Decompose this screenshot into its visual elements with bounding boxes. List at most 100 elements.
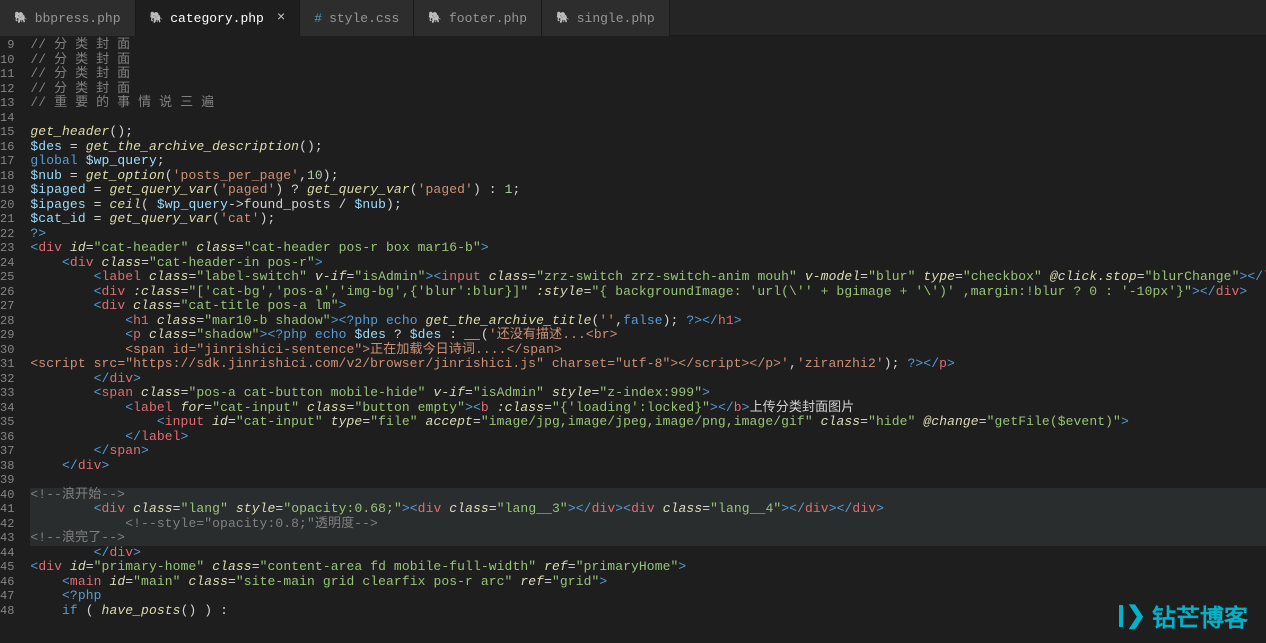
line-number: 19	[0, 183, 14, 198]
line-number: 40	[0, 488, 14, 503]
line-number: 37	[0, 444, 14, 459]
css-file-icon: #	[314, 11, 322, 26]
code-line[interactable]: <!--style="opacity:0.8;"透明度-->	[30, 517, 1266, 532]
line-number: 25	[0, 270, 14, 285]
php-file-icon: 🐘	[150, 11, 164, 25]
line-number: 21	[0, 212, 14, 227]
tab-label: footer.php	[449, 11, 527, 26]
tab-footer-php[interactable]: 🐘footer.php	[414, 0, 542, 36]
close-icon[interactable]: ×	[277, 10, 285, 26]
tab-label: style.css	[329, 11, 399, 26]
code-line[interactable]: $des = get_the_archive_description();	[30, 140, 1266, 155]
code-line[interactable]: if ( have_posts() ) :	[30, 604, 1266, 619]
code-line[interactable]: // 分 类 封 面	[30, 82, 1266, 97]
line-number: 20	[0, 198, 14, 213]
line-number: 24	[0, 256, 14, 271]
line-number: 34	[0, 401, 14, 416]
code-line[interactable]: <input id="cat-input" type="file" accept…	[30, 415, 1266, 430]
watermark-text: 钻芒博客	[1152, 598, 1248, 633]
code-line[interactable]: $ipaged = get_query_var('paged') ? get_q…	[30, 183, 1266, 198]
code-line[interactable]: <div :class="['cat-bg','pos-a','img-bg',…	[30, 285, 1266, 300]
code-line[interactable]: // 重 要 的 事 情 说 三 遍	[30, 96, 1266, 111]
code-line[interactable]: </label>	[30, 430, 1266, 445]
code-line[interactable]: $cat_id = get_query_var('cat');	[30, 212, 1266, 227]
code-line[interactable]: <span class="pos-a cat-button mobile-hid…	[30, 386, 1266, 401]
tab-style-css[interactable]: # style.css	[300, 0, 414, 36]
tab-label: single.php	[577, 11, 655, 26]
code-line[interactable]: <div class="lang" style="opacity:0.68;">…	[30, 502, 1266, 517]
line-number: 47	[0, 589, 14, 604]
line-number: 36	[0, 430, 14, 445]
line-number: 23	[0, 241, 14, 256]
line-number: 10	[0, 53, 14, 68]
line-number: 14	[0, 111, 14, 126]
code-line[interactable]: // 分 类 封 面	[30, 38, 1266, 53]
code-line[interactable]: </div>	[30, 546, 1266, 561]
code-line[interactable]: <div id="cat-header" class="cat-header p…	[30, 241, 1266, 256]
code-line[interactable]: <main id="main" class="site-main grid cl…	[30, 575, 1266, 590]
tab-label: category.php	[170, 11, 264, 26]
line-number: 28	[0, 314, 14, 329]
line-number: 17	[0, 154, 14, 169]
line-number: 46	[0, 575, 14, 590]
code-line[interactable]: $ipages = ceil( $wp_query->found_posts /…	[30, 198, 1266, 213]
tab-bbpress-php[interactable]: 🐘 bbpress.php	[0, 0, 136, 36]
line-number: 48	[0, 604, 14, 619]
line-number: 43	[0, 531, 14, 546]
line-number: 13	[0, 96, 14, 111]
line-number: 35	[0, 415, 14, 430]
code-area[interactable]: // 分 类 封 面// 分 类 封 面// 分 类 封 面// 分 类 封 面…	[24, 36, 1266, 643]
code-line[interactable]: ?>	[30, 227, 1266, 242]
line-number: 42	[0, 517, 14, 532]
code-editor: 9101112131415161718192021222324252627282…	[0, 36, 1266, 643]
line-number: 9	[0, 38, 14, 53]
code-line[interactable]: <!--浪完了-->	[30, 531, 1266, 546]
line-number: 41	[0, 502, 14, 517]
code-line[interactable]: $nub = get_option('posts_per_page',10);	[30, 169, 1266, 184]
php-file-icon: 🐘	[556, 11, 570, 25]
line-number: 33	[0, 386, 14, 401]
line-number: 32	[0, 372, 14, 387]
line-number: 45	[0, 560, 14, 575]
code-line[interactable]: </span>	[30, 444, 1266, 459]
code-line[interactable]: <p class="shadow"><?php echo $des ? $des…	[30, 328, 1266, 343]
tab-category-php[interactable]: 🐘 category.php ×	[136, 0, 301, 36]
code-line[interactable]: get_header();	[30, 125, 1266, 140]
code-line[interactable]: <!--浪开始-->	[30, 488, 1266, 503]
code-line[interactable]: // 分 类 封 面	[30, 67, 1266, 82]
line-number: 22	[0, 227, 14, 242]
line-number: 31	[0, 357, 14, 372]
code-line[interactable]: <label for="cat-input" class="button emp…	[30, 401, 1266, 416]
line-number: 18	[0, 169, 14, 184]
tab-single-php[interactable]: 🐘 single.php	[542, 0, 670, 36]
line-number: 27	[0, 299, 14, 314]
line-number-gutter: 9101112131415161718192021222324252627282…	[0, 36, 24, 643]
line-number: 30	[0, 343, 14, 358]
tab-bar: 🐘bbpress.php🐘category.php×#style.css🐘foo…	[0, 0, 1266, 36]
line-number: 12	[0, 82, 14, 97]
code-line[interactable]: <span id="jinrishici-sentence">正在加载今日诗词.…	[30, 343, 1266, 358]
watermark-logo: ❯ 钻芒博客	[1119, 598, 1248, 633]
code-line[interactable]: <h1 class="mar10-b shadow"><?php echo ge…	[30, 314, 1266, 329]
line-number: 44	[0, 546, 14, 561]
code-line[interactable]: // 分 类 封 面	[30, 53, 1266, 68]
code-line[interactable]	[30, 473, 1266, 488]
code-line[interactable]: <div class="cat-header-in pos-r">	[30, 256, 1266, 271]
code-line[interactable]: <?php	[30, 589, 1266, 604]
code-line[interactable]: </div>	[30, 459, 1266, 474]
code-line[interactable]: <label class="label-switch" v-if="isAdmi…	[30, 270, 1266, 285]
line-number: 29	[0, 328, 14, 343]
watermark-icon: ❯	[1119, 604, 1146, 628]
line-number: 11	[0, 67, 14, 82]
php-file-icon: 🐘	[14, 11, 28, 25]
line-number: 16	[0, 140, 14, 155]
code-line[interactable]: <script src="https://sdk.jinrishici.com/…	[30, 357, 1266, 372]
tab-label: bbpress.php	[35, 11, 121, 26]
line-number: 15	[0, 125, 14, 140]
code-line[interactable]: <div class="cat-title pos-a lm">	[30, 299, 1266, 314]
code-line[interactable]	[30, 111, 1266, 126]
line-number: 38	[0, 459, 14, 474]
code-line[interactable]: global $wp_query;	[30, 154, 1266, 169]
code-line[interactable]: <div id="primary-home" class="content-ar…	[30, 560, 1266, 575]
code-line[interactable]: </div>	[30, 372, 1266, 387]
